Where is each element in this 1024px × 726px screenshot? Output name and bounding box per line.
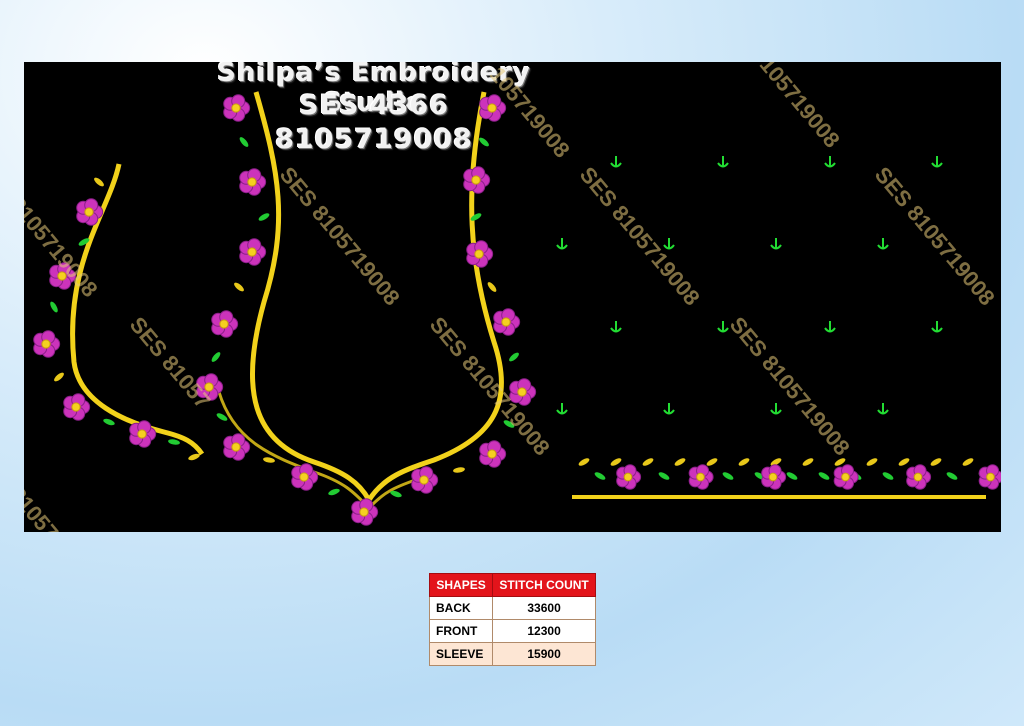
leaf-motif: [722, 472, 734, 480]
leaf-motif: [674, 458, 686, 466]
flower-motif: [978, 464, 1001, 490]
flower-motif: [239, 238, 267, 266]
leaf-motif: [263, 457, 275, 463]
shape-cell: FRONT: [428, 619, 494, 643]
leaf-motif: [786, 472, 798, 480]
leaf-motif: [103, 418, 115, 426]
count-cell: 33600: [492, 596, 596, 620]
leaf-motif: [866, 458, 878, 466]
leaf-motif: [50, 301, 58, 313]
leaf-motif: [818, 472, 830, 480]
leaf-motif: [453, 467, 465, 473]
leaf-motif: [706, 458, 718, 466]
count-cell: 12300: [492, 619, 596, 643]
count-cell: 15900: [492, 642, 596, 666]
flower-motif: [239, 168, 267, 196]
leaf-motif: [258, 213, 270, 221]
leaf-motif: [802, 458, 814, 466]
leaf-motif: [188, 453, 200, 461]
flower-motif: [688, 464, 714, 490]
embroidery-design-panel: Shilpa’s Embroidery Studio SES 4366 8105…: [24, 62, 1001, 532]
flower-motif: [493, 308, 521, 336]
flower-motif: [129, 420, 157, 448]
header-stitch-count: STITCH COUNT: [492, 573, 596, 597]
leaf-motif: [54, 372, 64, 382]
leaf-motif: [738, 458, 750, 466]
butta-motif: [717, 156, 729, 168]
shape-cell: SLEEVE: [428, 642, 494, 666]
flower-motif: [463, 166, 491, 194]
table-row: SLEEVE 15900: [428, 642, 596, 666]
leaf-motif: [168, 439, 180, 445]
butta-motif: [931, 156, 943, 168]
butta-motif: [610, 156, 622, 168]
butta-motif: [824, 156, 836, 168]
leaf-motif: [509, 352, 519, 362]
table-row: BACK 33600: [428, 596, 596, 620]
leaf-motif: [328, 488, 340, 496]
header-shapes: SHAPES: [428, 573, 494, 597]
leaf-motif: [487, 282, 497, 292]
leaf-motif: [658, 472, 670, 480]
leaf-motif: [594, 472, 606, 480]
leaf-motif: [94, 177, 104, 187]
butta-motif: [556, 403, 568, 415]
flower-motif: [211, 310, 239, 338]
phone-number: 8105719008: [275, 124, 473, 155]
leaf-motif: [642, 458, 654, 466]
table-row: FRONT 12300: [428, 619, 596, 643]
butta-motif: [556, 238, 568, 250]
table-header-row: SHAPES STITCH COUNT: [428, 573, 596, 597]
butta-motif: [663, 403, 675, 415]
leaf-motif: [882, 472, 894, 480]
butta-motif: [610, 321, 622, 333]
leaf-motif: [610, 458, 622, 466]
leaf-motif: [962, 458, 974, 466]
flower-motif: [761, 464, 787, 490]
flower-motif: [616, 464, 642, 490]
butta-motif: [931, 321, 943, 333]
flower-motif: [833, 464, 859, 490]
flower-motif: [466, 240, 494, 268]
shape-cell: BACK: [428, 596, 494, 620]
butta-motif: [877, 238, 889, 250]
butta-motif: [877, 403, 889, 415]
butta-motif: [824, 321, 836, 333]
leaf-motif: [898, 458, 910, 466]
front-neck-inner-outline: [217, 391, 425, 511]
leaf-motif: [930, 458, 942, 466]
leaf-motif: [578, 458, 590, 466]
flower-motif: [906, 464, 932, 490]
leaf-motif: [234, 282, 244, 292]
flower-motif: [479, 440, 507, 468]
leaf-motif: [946, 472, 958, 480]
leaf-motif: [211, 352, 221, 362]
flower-motif: [291, 463, 319, 491]
butta-motif: [770, 403, 782, 415]
butta-motif: [770, 238, 782, 250]
flower-motif: [33, 330, 61, 358]
flower-motif: [411, 466, 439, 494]
flower-motif: [63, 393, 91, 421]
stitch-count-table: SHAPES STITCH COUNT BACK 33600 FRONT 123…: [428, 573, 596, 666]
